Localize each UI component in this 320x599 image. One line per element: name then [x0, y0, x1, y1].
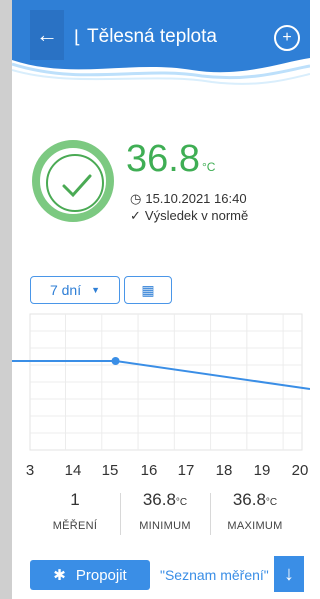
calendar-button[interactable]: ▦ [124, 276, 172, 304]
x-axis-labels: 3 14 15 16 17 18 19 20 [12, 462, 310, 482]
thermometer-icon: ⌊ [74, 26, 82, 47]
scroll-down-button[interactable]: ↓ [274, 556, 304, 592]
stat-minimum: 36.8°C MINIMUM [120, 490, 210, 532]
calendar-icon: ▦ [141, 281, 155, 298]
data-point[interactable] [111, 357, 120, 365]
stat-minimum-label: MINIMUM [139, 520, 191, 532]
temperature-number: 36.8 [126, 138, 200, 180]
bottom-bar: ✱ Propojit "Seznam měření" ↓ [12, 556, 310, 592]
x-tick-label: 16 [140, 462, 158, 479]
x-tick-label: 14 [64, 462, 82, 479]
timestamp-row: ◷ 15.10.2021 16:40 [130, 190, 248, 207]
check-circle-icon [32, 140, 114, 222]
timestamp: 15.10.2021 16:40 [145, 191, 247, 206]
page-title-text: Tělesná teplota [87, 26, 217, 47]
x-tick-label: 15 [101, 462, 119, 479]
x-tick-label: 17 [177, 462, 195, 479]
result-meta: ◷ 15.10.2021 16:40 ✓ Výsledek v normě [130, 190, 248, 224]
temperature-unit: °C [201, 160, 216, 174]
stat-count-label: MĚŘENÍ [52, 520, 98, 532]
back-button[interactable]: ← [30, 10, 64, 60]
x-tick-label: 19 [253, 462, 271, 479]
x-tick-label: 20 [291, 462, 309, 479]
x-tick-label: 3 [25, 462, 35, 479]
connect-label: Propojit [75, 566, 127, 584]
caret-down-icon: ▼ [91, 285, 101, 295]
screen-edge [0, 0, 12, 599]
stat-maximum: 36.8°C MAXIMUM [210, 490, 300, 532]
plus-circle-icon: + [282, 29, 292, 46]
status-text: Výsledek v normě [144, 208, 249, 223]
period-select[interactable]: 7 dní ▼ [30, 276, 120, 304]
page-title: ⌊ Tělesná teplota [74, 26, 217, 48]
stat-minimum-value: 36.8°C [142, 490, 188, 509]
period-value: 7 dní [49, 282, 82, 298]
stat-count: 1 MĚŘENÍ [30, 490, 120, 532]
stat-maximum-value: 36.8°C [232, 490, 278, 509]
measurement-list-link[interactable]: "Seznam měření" [160, 567, 269, 583]
arrow-left-icon: ← [36, 22, 58, 47]
stat-maximum-label: MAXIMUM [227, 520, 283, 532]
checkmark-icon: ✓ [130, 208, 141, 223]
status-row: ✓ Výsledek v normě [130, 207, 248, 224]
stat-count-value: 1 [70, 490, 80, 509]
temperature-chart [12, 313, 310, 451]
app-header: ← ⌊ Tělesná teplota + [12, 0, 310, 98]
x-tick-label: 18 [215, 462, 233, 479]
check-mark [62, 174, 92, 198]
arrow-down-icon: ↓ [284, 562, 294, 585]
stats-bar: 1 MĚŘENÍ 36.8°C MINIMUM 36.8°C MAXIMUM [12, 490, 310, 540]
temperature-value: 36.8 °C [126, 138, 215, 181]
add-button[interactable]: + [274, 25, 300, 51]
clock-icon: ◷ [130, 191, 142, 206]
connect-button[interactable]: ✱ Propojit [30, 560, 150, 590]
bluetooth-icon: ✱ [53, 567, 66, 584]
